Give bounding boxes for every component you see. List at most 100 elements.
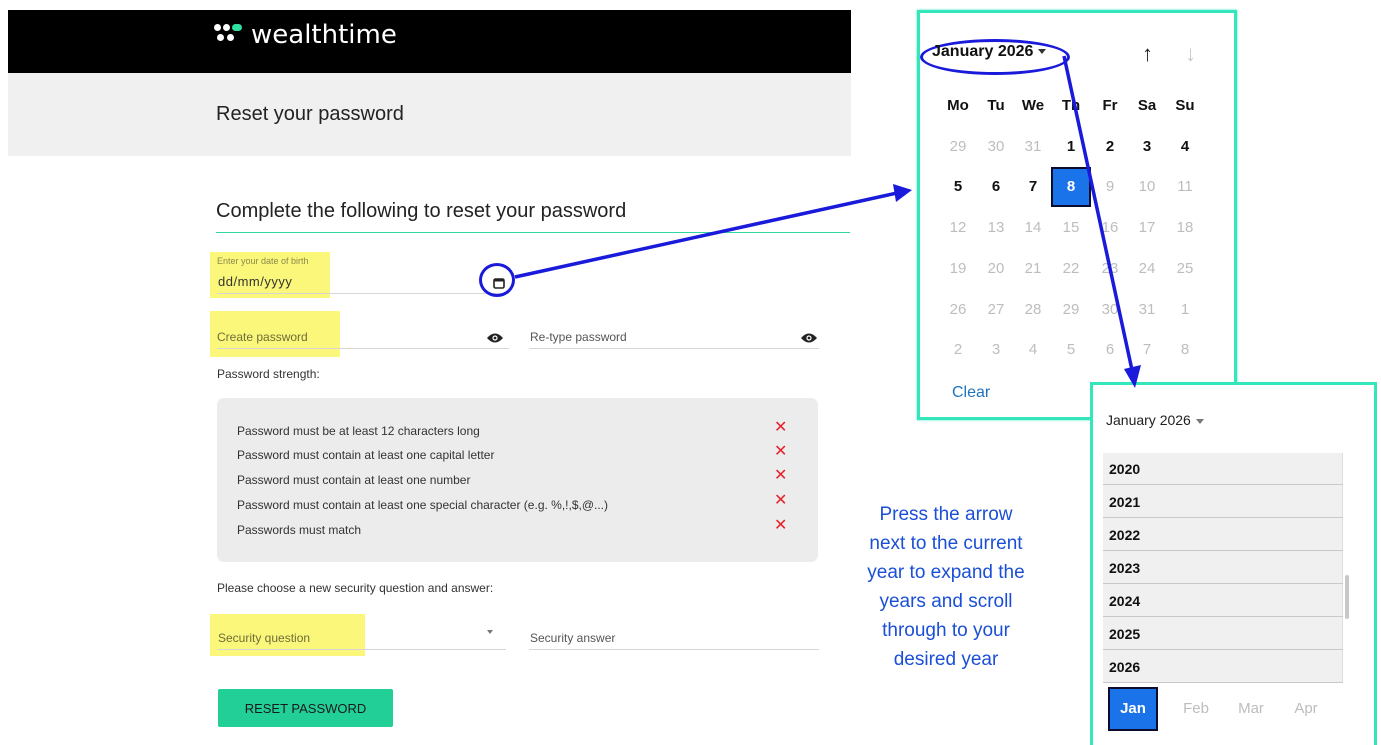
calendar-day[interactable]: 18 — [1165, 220, 1205, 236]
calendar-day[interactable]: 13 — [976, 220, 1016, 236]
calendar-day[interactable]: 9 — [1090, 179, 1130, 195]
calendar-day-selected[interactable]: 8 — [1051, 167, 1091, 207]
year-option[interactable]: 2020 — [1103, 453, 1343, 485]
calendar-day[interactable]: 26 — [938, 302, 978, 318]
calendar-day[interactable]: 21 — [1013, 261, 1053, 277]
instruction-line: desired year — [893, 649, 999, 670]
eye-icon[interactable] — [486, 332, 504, 344]
month-option[interactable]: Apr — [1281, 687, 1331, 731]
calendar-day[interactable]: 7 — [1013, 179, 1053, 195]
caret-down-icon — [1195, 418, 1204, 424]
calendar-day[interactable]: 2 — [1090, 139, 1130, 155]
calendar-day[interactable]: 30 — [1090, 302, 1130, 318]
year-picker-popup: January 2026 2020 2021 2022 2023 2024 20… — [1090, 382, 1377, 745]
calendar-day[interactable]: 10 — [1127, 179, 1167, 195]
weekday-header: Tu — [987, 97, 1005, 114]
create-password-input[interactable]: Create password — [217, 330, 308, 344]
year-picker-month-label: January 2026 — [1106, 412, 1191, 428]
password-strength-label: Password strength: — [217, 367, 320, 381]
year-option[interactable]: 2026 — [1103, 651, 1343, 683]
calendar-month-label: January 2026 — [932, 43, 1034, 60]
instruction-line: years and scroll — [879, 591, 1013, 612]
month-option[interactable]: Feb — [1171, 687, 1221, 731]
month-option[interactable]: Mar — [1226, 687, 1276, 731]
eye-icon[interactable] — [800, 332, 818, 344]
calendar-day[interactable]: 15 — [1051, 220, 1091, 236]
year-option[interactable]: 2022 — [1103, 519, 1343, 551]
calendar-day[interactable]: 7 — [1127, 342, 1167, 358]
calendar-day[interactable]: 11 — [1165, 179, 1205, 195]
month-option-selected[interactable]: Jan — [1108, 687, 1158, 731]
rule-text: Password must contain at least one capit… — [237, 448, 495, 462]
section-divider — [216, 232, 850, 233]
security-answer-input[interactable]: Security answer — [530, 631, 615, 645]
next-month-arrow-icon[interactable]: ↓ — [1185, 41, 1196, 67]
security-prompt: Please choose a new security question an… — [217, 581, 494, 595]
security-question-select[interactable]: Security question — [218, 631, 310, 645]
calendar-day[interactable]: 16 — [1090, 220, 1130, 236]
calendar-day[interactable]: 29 — [1051, 302, 1091, 318]
calendar-day[interactable]: 30 — [976, 139, 1016, 155]
calendar-day[interactable]: 6 — [976, 179, 1016, 195]
calendar-popup: January 2026 ↑ ↓ Mo Tu We Th Fr Sa Su 29… — [917, 10, 1237, 420]
wealthtime-logo[interactable]: wealthtime — [214, 10, 397, 60]
rule-text: Password must be at least 12 characters … — [237, 424, 480, 438]
logo-mark-icon — [214, 24, 242, 46]
dob-input[interactable]: dd/mm/yyyy — [218, 274, 292, 289]
year-option[interactable]: 2025 — [1103, 618, 1343, 650]
calendar-day[interactable]: 14 — [1013, 220, 1053, 236]
instruction-line: next to the current — [869, 533, 1023, 554]
calendar-month-year-toggle[interactable]: January 2026 — [932, 43, 1047, 61]
calendar-day[interactable]: 27 — [976, 302, 1016, 318]
year-picker-month-toggle[interactable]: January 2026 — [1106, 412, 1204, 428]
calendar-day[interactable]: 29 — [938, 139, 978, 155]
year-option[interactable]: 2024 — [1103, 585, 1343, 617]
rule-text: Password must contain at least one speci… — [237, 498, 609, 512]
rule-fail-icon: ✕ — [774, 517, 788, 534]
calendar-day[interactable]: 19 — [938, 261, 978, 277]
retype-password-underline — [529, 348, 819, 349]
calendar-day[interactable]: 23 — [1090, 261, 1130, 277]
weekday-header: Th — [1061, 97, 1081, 114]
dob-label: Enter your date of birth — [217, 256, 309, 266]
calendar-day[interactable]: 5 — [1051, 342, 1091, 358]
calendar-day[interactable]: 1 — [1165, 302, 1205, 318]
calendar-day[interactable]: 25 — [1165, 261, 1205, 277]
calendar-day[interactable]: 22 — [1051, 261, 1091, 277]
calendar-day[interactable]: 12 — [938, 220, 978, 236]
calendar-day[interactable]: 6 — [1090, 342, 1130, 358]
retype-password-input[interactable]: Re-type password — [530, 330, 627, 344]
calendar-day[interactable]: 24 — [1127, 261, 1167, 277]
calendar-day[interactable]: 5 — [938, 179, 978, 195]
weekday-header: Mo — [947, 97, 969, 114]
year-list: 2020 2021 2022 2023 2024 2025 2026 — [1103, 453, 1343, 683]
calendar-day[interactable]: 31 — [1127, 302, 1167, 318]
previous-month-arrow-icon[interactable]: ↑ — [1142, 41, 1153, 67]
calendar-clear-button[interactable]: Clear — [952, 384, 990, 402]
calendar-day[interactable]: 20 — [976, 261, 1016, 277]
calendar-day[interactable]: 2 — [938, 342, 978, 358]
weekday-header: Sa — [1137, 97, 1157, 114]
reset-password-button[interactable]: RESET PASSWORD — [218, 689, 393, 727]
rule-fail-icon: ✕ — [774, 443, 788, 460]
calendar-day[interactable]: 17 — [1127, 220, 1167, 236]
calendar-day[interactable]: 8 — [1165, 342, 1205, 358]
year-option[interactable]: 2023 — [1103, 552, 1343, 584]
rule-fail-icon: ✕ — [774, 492, 788, 509]
brand-name: wealthtime — [251, 20, 397, 50]
calendar-day[interactable]: 3 — [976, 342, 1016, 358]
weekday-header: Fr — [1102, 97, 1118, 114]
annotation-circle-calendar-button — [479, 263, 515, 297]
year-list-scrollbar[interactable] — [1345, 575, 1349, 619]
calendar-day[interactable]: 4 — [1013, 342, 1053, 358]
calendar-day[interactable]: 1 — [1051, 139, 1091, 155]
rule-fail-icon: ✕ — [774, 419, 788, 436]
chevron-down-icon[interactable] — [487, 630, 493, 634]
site-header: wealthtime — [8, 10, 851, 73]
calendar-day[interactable]: 4 — [1165, 139, 1205, 155]
calendar-day[interactable]: 31 — [1013, 139, 1053, 155]
calendar-day[interactable]: 28 — [1013, 302, 1053, 318]
rule-text: Password must contain at least one numbe… — [237, 473, 471, 487]
calendar-day[interactable]: 3 — [1127, 139, 1167, 155]
year-option[interactable]: 2021 — [1103, 486, 1343, 518]
